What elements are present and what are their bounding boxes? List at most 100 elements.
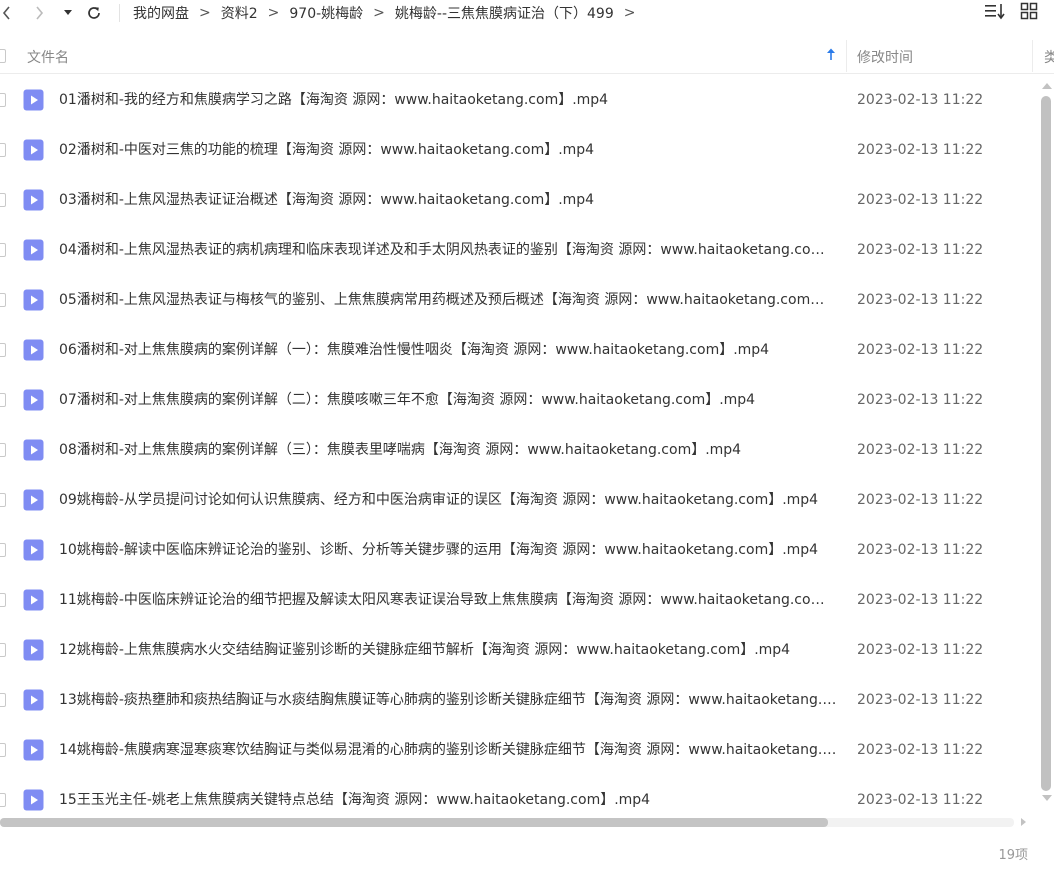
file-name[interactable]: 05潘树和-上焦风湿热表证与梅核气的鉴别、上焦焦膜病常用药概述及预后概述【海淘资…: [59, 290, 837, 310]
history-dropdown-button[interactable]: [61, 0, 75, 26]
forward-button[interactable]: [32, 0, 46, 26]
row-checkbox[interactable]: [0, 243, 6, 257]
file-row[interactable]: 01潘树和-我的经方和焦膜病学习之路【海淘资 源网：www.haitaoketa…: [0, 75, 1040, 125]
file-row[interactable]: 05潘树和-上焦风湿热表证与梅核气的鉴别、上焦焦膜病常用药概述及预后概述【海淘资…: [0, 275, 1040, 325]
video-file-icon: [23, 389, 44, 411]
back-button[interactable]: [0, 0, 14, 26]
sort-arrow-up-icon: [827, 48, 835, 60]
file-row[interactable]: 03潘树和-上焦风湿热表证证治概述【海淘资 源网：www.haitaoketan…: [0, 175, 1040, 225]
vertical-scrollbar[interactable]: [1039, 80, 1053, 810]
breadcrumb-item-my-drive[interactable]: 我的网盘: [133, 3, 189, 23]
file-row[interactable]: 06潘树和-对上焦焦膜病的案例详解（一）：焦膜难治性慢性咽炎【海淘资 源网：ww…: [0, 325, 1040, 375]
video-file-icon: [23, 139, 44, 161]
scroll-right-arrow-icon[interactable]: [1021, 818, 1026, 826]
row-checkbox[interactable]: [0, 143, 6, 157]
file-row[interactable]: 14姚梅龄-焦膜病寒湿寒痰寒饮结胸证与类似易混淆的心肺病的鉴别诊断关键脉症细节【…: [0, 725, 1040, 775]
row-checkbox[interactable]: [0, 643, 6, 657]
row-checkbox[interactable]: [0, 293, 6, 307]
file-name[interactable]: 06潘树和-对上焦焦膜病的案例详解（一）：焦膜难治性慢性咽炎【海淘资 源网：ww…: [59, 340, 837, 360]
file-row[interactable]: 12姚梅龄-上焦焦膜病水火交结结胸证鉴别诊断的关键脉症细节解析【海淘资 源网：w…: [0, 625, 1040, 675]
file-row[interactable]: 04潘树和-上焦风湿热表证的病机病理和临床表现详述及和手太阴风热表证的鉴别【海淘…: [0, 225, 1040, 275]
file-name[interactable]: 02潘树和-中医对三焦的功能的梳理【海淘资 源网：www.haitaoketan…: [59, 140, 837, 160]
file-modified-time: 2023-02-13 11:22: [857, 142, 984, 158]
refresh-button[interactable]: [84, 0, 104, 26]
file-modified-time: 2023-02-13 11:22: [857, 392, 984, 408]
row-checkbox[interactable]: [0, 393, 6, 407]
breadcrumb-item-current[interactable]: 姚梅龄--三焦焦膜病证治（下）499: [395, 3, 614, 23]
file-name[interactable]: 14姚梅龄-焦膜病寒湿寒痰寒饮结胸证与类似易混淆的心肺病的鉴别诊断关键脉症细节【…: [59, 740, 837, 760]
row-checkbox[interactable]: [0, 493, 6, 507]
vertical-scroll-thumb[interactable]: [1041, 96, 1051, 791]
column-header-type[interactable]: 类: [1044, 47, 1054, 67]
file-row[interactable]: 08潘树和-对上焦焦膜病的案例详解（三）：焦膜表里哮喘病【海淘资 源网：www.…: [0, 425, 1040, 475]
video-file-icon: [23, 789, 44, 811]
file-name[interactable]: 12姚梅龄-上焦焦膜病水火交结结胸证鉴别诊断的关键脉症细节解析【海淘资 源网：w…: [59, 640, 837, 660]
row-checkbox[interactable]: [0, 793, 6, 807]
file-list: 01潘树和-我的经方和焦膜病学习之路【海淘资 源网：www.haitaoketa…: [0, 75, 1040, 815]
row-checkbox[interactable]: [0, 443, 6, 457]
file-modified-time: 2023-02-13 11:22: [857, 242, 984, 258]
row-checkbox[interactable]: [0, 343, 6, 357]
file-row[interactable]: 10姚梅龄-解读中医临床辨证论治的鉴别、诊断、分析等关键步骤的运用【海淘资 源网…: [0, 525, 1040, 575]
file-modified-time: 2023-02-13 11:22: [857, 92, 984, 108]
scroll-up-arrow-icon[interactable]: [1042, 83, 1052, 89]
column-header: 文件名 修改时间 类: [0, 38, 1054, 74]
file-name[interactable]: 01潘树和-我的经方和焦膜病学习之路【海淘资 源网：www.haitaoketa…: [59, 90, 837, 110]
navigation-bar: 我的网盘 > 资料2 > 970-姚梅龄 > 姚梅龄--三焦焦膜病证治（下）49…: [0, 0, 1054, 26]
row-checkbox[interactable]: [0, 193, 6, 207]
file-name[interactable]: 09姚梅龄-从学员提问讨论如何认识焦膜病、经方和中医治病审证的误区【海淘资 源网…: [59, 490, 837, 510]
toolbar-divider: [119, 4, 120, 22]
file-name[interactable]: 07潘树和-对上焦焦膜病的案例详解（二）：焦膜咳嗽三年不愈【海淘资 源网：www…: [59, 390, 837, 410]
file-name[interactable]: 15王玉光主任-姚老上焦焦膜病关键特点总结【海淘资 源网：www.haitaok…: [59, 790, 837, 810]
file-name[interactable]: 08潘树和-对上焦焦膜病的案例详解（三）：焦膜表里哮喘病【海淘资 源网：www.…: [59, 440, 837, 460]
select-all-checkbox[interactable]: [0, 49, 6, 63]
file-row[interactable]: 02潘树和-中医对三焦的功能的梳理【海淘资 源网：www.haitaoketan…: [0, 125, 1040, 175]
breadcrumb-separator: >: [623, 5, 636, 21]
file-modified-time: 2023-02-13 11:22: [857, 492, 984, 508]
grid-view-button[interactable]: [1020, 2, 1038, 24]
horizontal-scroll-thumb[interactable]: [0, 818, 828, 827]
file-row[interactable]: 07潘树和-对上焦焦膜病的案例详解（二）：焦膜咳嗽三年不愈【海淘资 源网：www…: [0, 375, 1040, 425]
file-modified-time: 2023-02-13 11:22: [857, 642, 984, 658]
column-divider[interactable]: [1032, 40, 1033, 72]
row-checkbox[interactable]: [0, 93, 6, 107]
breadcrumb-separator: >: [199, 5, 211, 21]
caret-down-icon: [64, 10, 72, 15]
video-file-icon: [23, 339, 44, 361]
row-checkbox[interactable]: [0, 743, 6, 757]
column-divider[interactable]: [846, 40, 847, 72]
sort-options-button[interactable]: [984, 2, 1006, 24]
breadcrumb-item-folder[interactable]: 970-姚梅龄: [289, 3, 363, 23]
file-row[interactable]: 13姚梅龄-痰热壅肺和痰热结胸证与水痰结胸焦膜证等心肺病的鉴别诊断关键脉症细节【…: [0, 675, 1040, 725]
video-file-icon: [23, 739, 44, 761]
file-modified-time: 2023-02-13 11:22: [857, 342, 984, 358]
row-checkbox[interactable]: [0, 693, 6, 707]
file-name[interactable]: 10姚梅龄-解读中医临床辨证论治的鉴别、诊断、分析等关键步骤的运用【海淘资 源网…: [59, 540, 837, 560]
breadcrumb-item-folder[interactable]: 资料2: [221, 3, 258, 23]
video-file-icon: [23, 639, 44, 661]
file-row[interactable]: 09姚梅龄-从学员提问讨论如何认识焦膜病、经方和中医治病审证的误区【海淘资 源网…: [0, 475, 1040, 525]
file-modified-time: 2023-02-13 11:22: [857, 442, 984, 458]
column-header-name[interactable]: 文件名: [27, 47, 69, 67]
file-name[interactable]: 04潘树和-上焦风湿热表证的病机病理和临床表现详述及和手太阴风热表证的鉴别【海淘…: [59, 240, 837, 260]
file-name[interactable]: 11姚梅龄-中医临床辨证论治的细节把握及解读太阳风寒表证误治导致上焦焦膜病【海淘…: [59, 590, 837, 610]
file-modified-time: 2023-02-13 11:22: [857, 792, 984, 808]
file-name[interactable]: 03潘树和-上焦风湿热表证证治概述【海淘资 源网：www.haitaoketan…: [59, 190, 837, 210]
column-header-modified-time[interactable]: 修改时间: [857, 47, 913, 67]
horizontal-scrollbar[interactable]: [0, 815, 1030, 829]
file-modified-time: 2023-02-13 11:22: [857, 742, 984, 758]
refresh-icon: [88, 7, 100, 19]
file-row[interactable]: 15王玉光主任-姚老上焦焦膜病关键特点总结【海淘资 源网：www.haitaok…: [0, 775, 1040, 815]
row-checkbox[interactable]: [0, 543, 6, 557]
video-file-icon: [23, 539, 44, 561]
video-file-icon: [23, 289, 44, 311]
row-checkbox[interactable]: [0, 593, 6, 607]
file-name[interactable]: 13姚梅龄-痰热壅肺和痰热结胸证与水痰结胸焦膜证等心肺病的鉴别诊断关键脉症细节【…: [59, 690, 837, 710]
item-count: 19项: [998, 848, 1028, 863]
video-file-icon: [23, 439, 44, 461]
video-file-icon: [23, 489, 44, 511]
scroll-down-arrow-icon[interactable]: [1042, 795, 1052, 801]
sort-ascending-button[interactable]: [826, 47, 836, 65]
video-file-icon: [23, 239, 44, 261]
file-row[interactable]: 11姚梅龄-中医临床辨证论治的细节把握及解读太阳风寒表证误治导致上焦焦膜病【海淘…: [0, 575, 1040, 625]
